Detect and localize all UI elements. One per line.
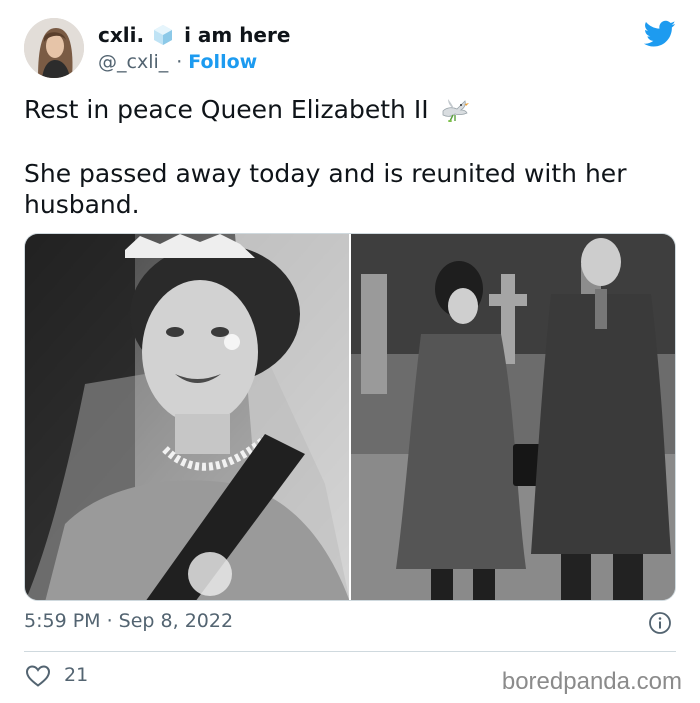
display-name-suffix[interactable]: i am here — [184, 23, 290, 47]
separator-dot: · — [176, 51, 183, 73]
watermark: boredpanda.com — [501, 668, 682, 695]
tweet-timestamp[interactable]: 5:59 PM · Sep 8, 2022 — [24, 610, 233, 632]
user-handle[interactable]: @_cxli_ — [98, 51, 168, 73]
tweet-media[interactable] — [24, 233, 676, 601]
footer-divider — [24, 651, 676, 652]
dove-icon — [439, 93, 471, 125]
heart-icon[interactable] — [25, 664, 51, 688]
photo-couple-walking[interactable] — [351, 234, 675, 600]
photo-queen-portrait[interactable] — [25, 234, 349, 600]
ice-cube-icon — [152, 24, 174, 46]
display-name-row[interactable]: cxli. i am here — [98, 22, 290, 48]
handle-row: @_cxli_ · Follow — [98, 50, 257, 74]
like-count: 21 — [64, 664, 89, 686]
follow-button[interactable]: Follow — [188, 51, 257, 73]
tweet-line-1: Rest in peace Queen Elizabeth II — [24, 94, 429, 124]
display-name[interactable]: cxli. — [98, 23, 144, 47]
tweet-line-2: She passed away today and is reunited wi… — [24, 159, 627, 219]
tweet-text: Rest in peace Queen Elizabeth II She pas… — [24, 92, 664, 220]
info-icon[interactable] — [648, 611, 672, 635]
avatar[interactable] — [24, 18, 84, 78]
twitter-bird-icon[interactable] — [644, 20, 676, 48]
